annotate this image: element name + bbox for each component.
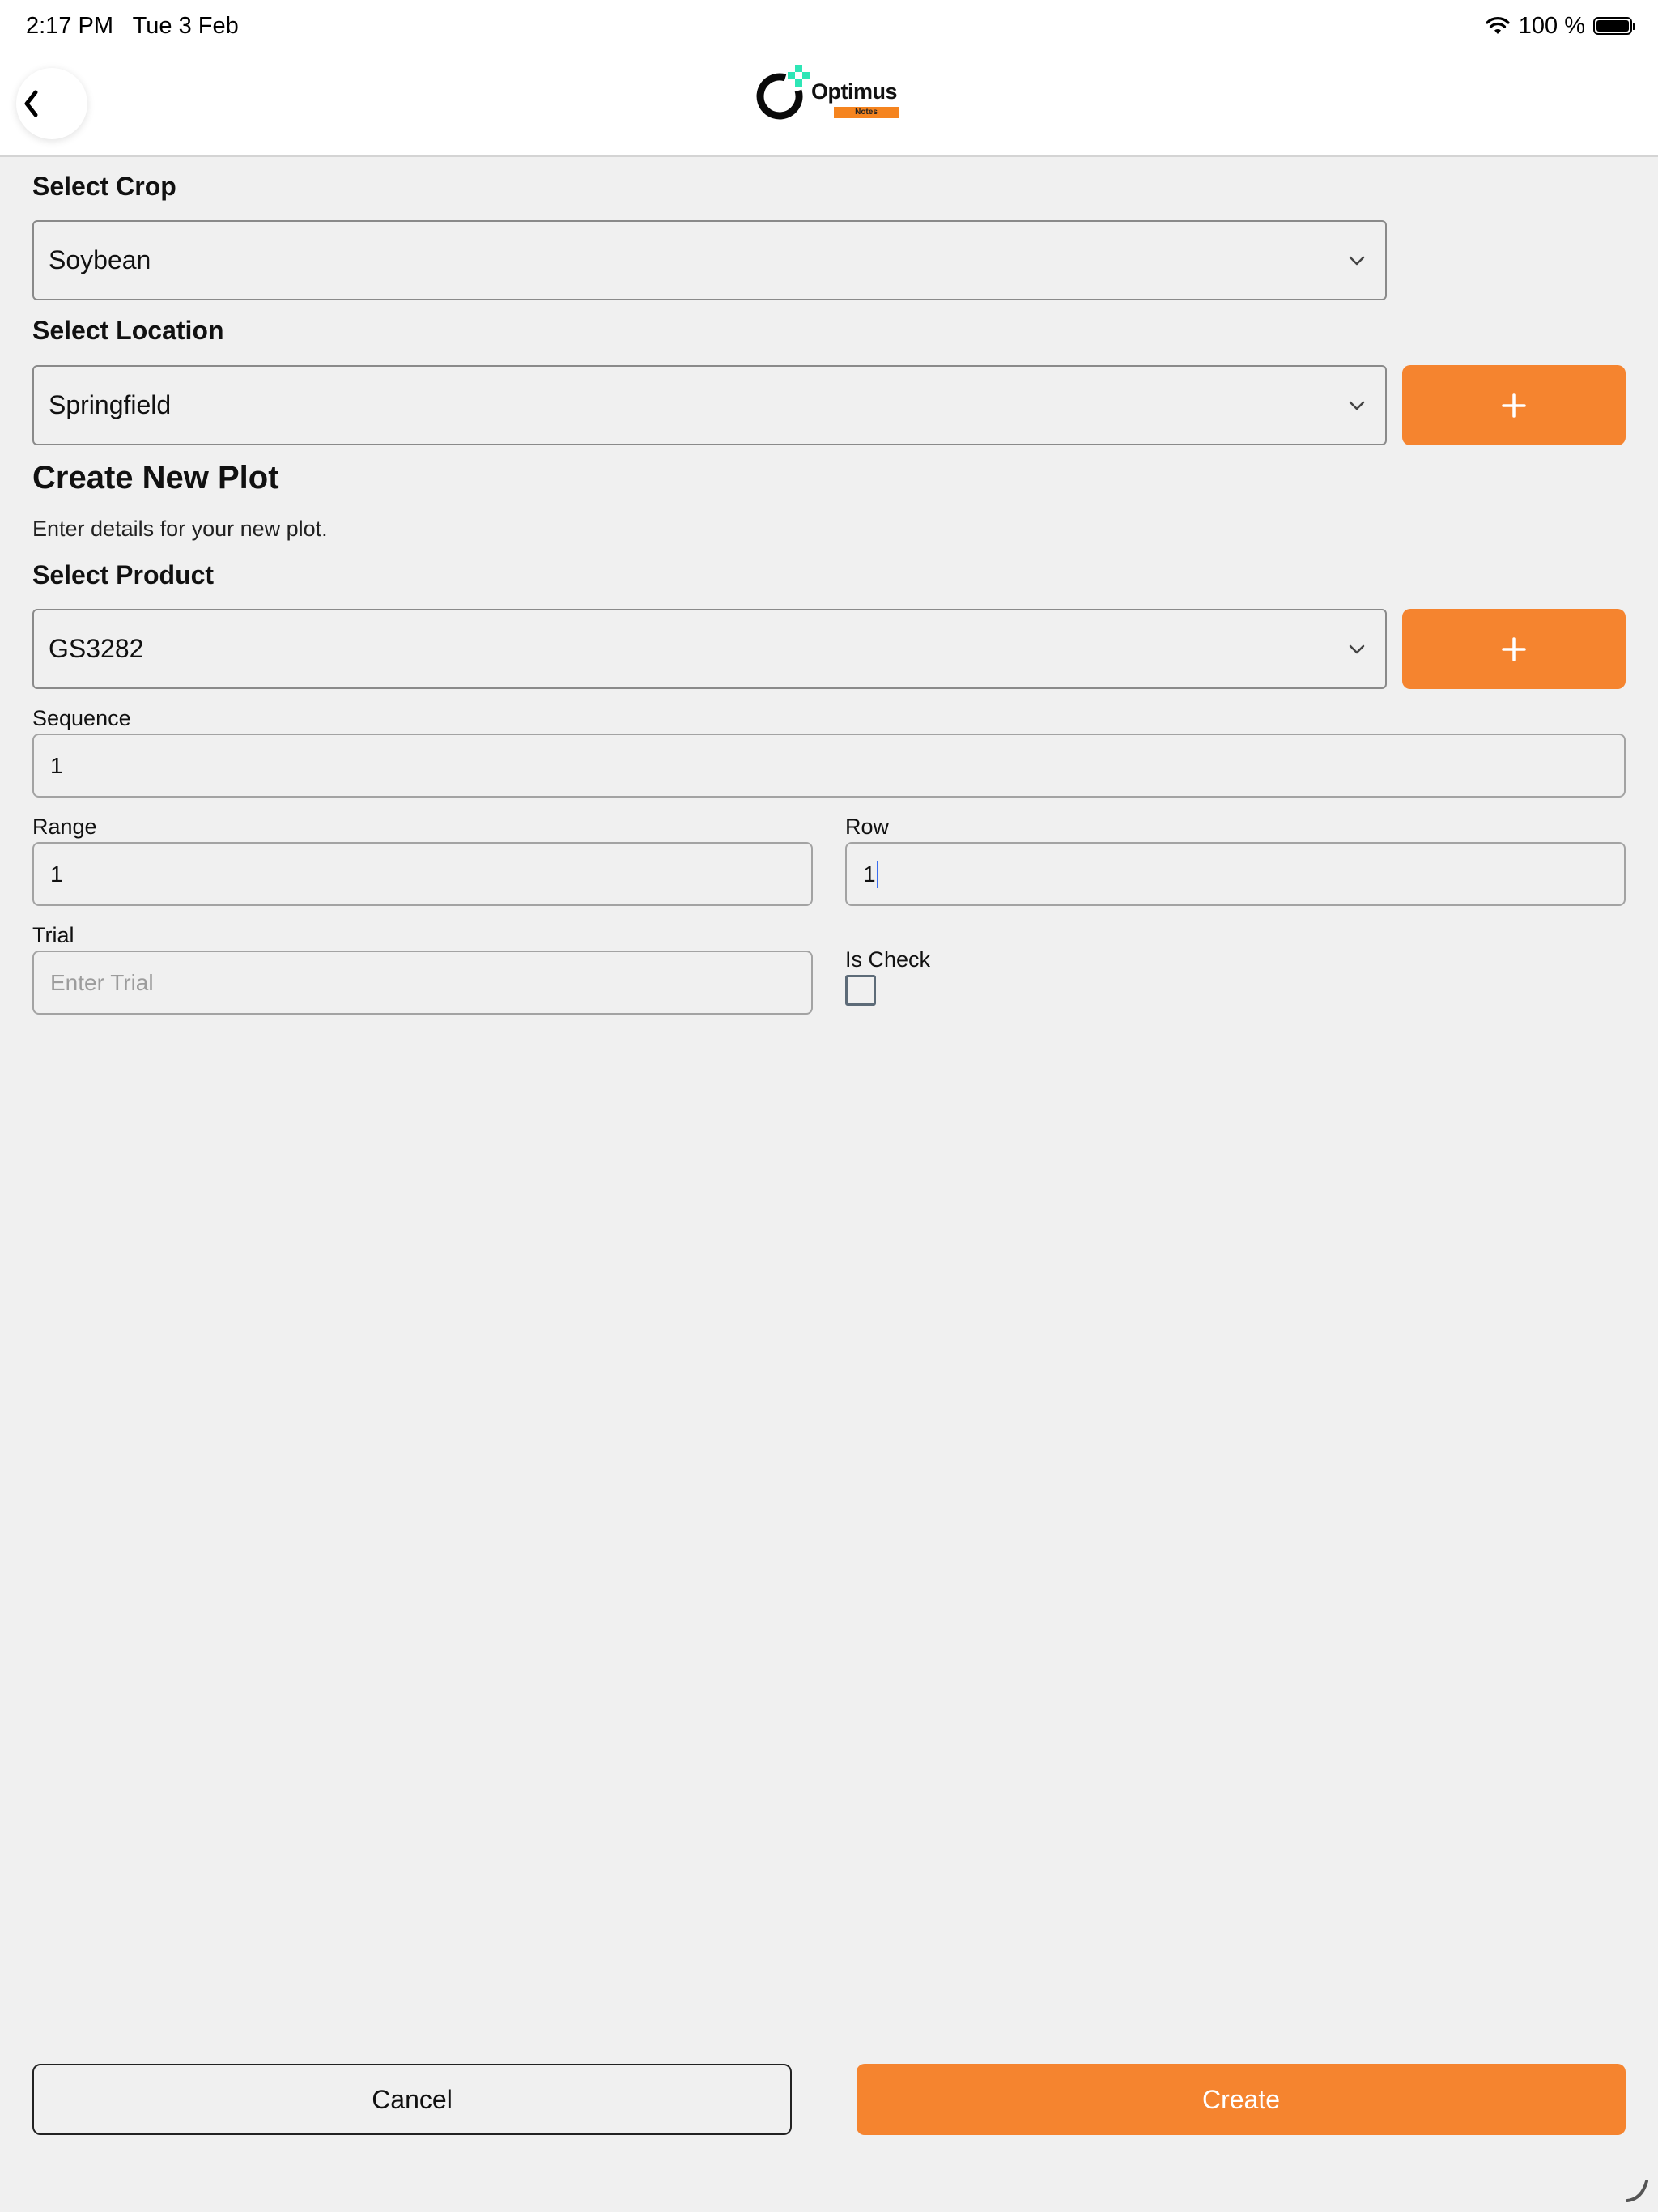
app-header: 2:17 PM Tue 3 Feb 100 % Optimus Notes (0, 0, 1658, 157)
range-input[interactable]: 1 (32, 842, 813, 906)
status-right: 100 % (1485, 11, 1635, 40)
sequence-label: Sequence (32, 706, 131, 730)
sequence-value: 1 (50, 752, 63, 778)
status-time: 2:17 PM Tue 3 Feb (26, 11, 239, 40)
row-input[interactable]: 1 (845, 842, 1626, 906)
plus-icon (1502, 393, 1526, 418)
create-button[interactable]: Create (857, 2064, 1626, 2135)
battery-icon (1593, 17, 1635, 35)
status-date: Tue 3 Feb (132, 13, 239, 39)
text-cursor (876, 860, 878, 888)
chevron-down-icon (1349, 644, 1365, 653)
cancel-button[interactable]: Cancel (32, 2064, 792, 2135)
logo-tag: Notes (834, 107, 899, 118)
add-location-button[interactable] (1402, 365, 1626, 445)
chevron-down-icon (1349, 401, 1365, 410)
location-select-value: Springfield (49, 390, 172, 419)
battery-percent: 100 % (1518, 12, 1585, 39)
app-logo: Optimus Notes (750, 62, 903, 126)
status-clock: 2:17 PM (26, 13, 113, 39)
resize-handle-icon[interactable] (1624, 2176, 1652, 2204)
page-subtitle: Enter details for your new plot. (32, 517, 328, 541)
crop-label: Select Crop (32, 172, 176, 201)
row-label: Row (845, 815, 890, 839)
crop-select[interactable]: Soybean (32, 220, 1387, 300)
trial-label: Trial (32, 923, 74, 947)
trial-input[interactable]: Enter Trial (32, 951, 813, 1015)
location-select[interactable]: Springfield (32, 365, 1387, 445)
crop-select-value: Soybean (49, 245, 151, 274)
product-label: Select Product (32, 560, 215, 589)
range-label: Range (32, 815, 97, 839)
chevron-left-icon (24, 90, 38, 117)
chevron-down-icon (1349, 256, 1365, 265)
add-product-button[interactable] (1402, 609, 1626, 689)
location-label: Select Location (32, 316, 224, 345)
page-title: Create New Plot (32, 460, 279, 496)
logo-name: Optimus (811, 79, 898, 104)
back-button[interactable] (16, 68, 87, 139)
row-value: 1 (863, 861, 876, 887)
range-value: 1 (50, 861, 63, 887)
sequence-input[interactable]: 1 (32, 734, 1626, 798)
create-button-label: Create (1201, 2084, 1281, 2114)
cancel-button-label: Cancel (372, 2084, 453, 2114)
trial-placeholder: Enter Trial (50, 969, 154, 995)
wifi-icon (1486, 17, 1510, 34)
plus-icon (1502, 636, 1526, 661)
logo-mark-icon (756, 65, 810, 120)
is-check-label: Is Check (845, 947, 931, 972)
product-select[interactable]: GS3282 (32, 609, 1387, 689)
product-select-value: GS3282 (49, 634, 144, 663)
is-check-checkbox[interactable] (845, 975, 876, 1006)
